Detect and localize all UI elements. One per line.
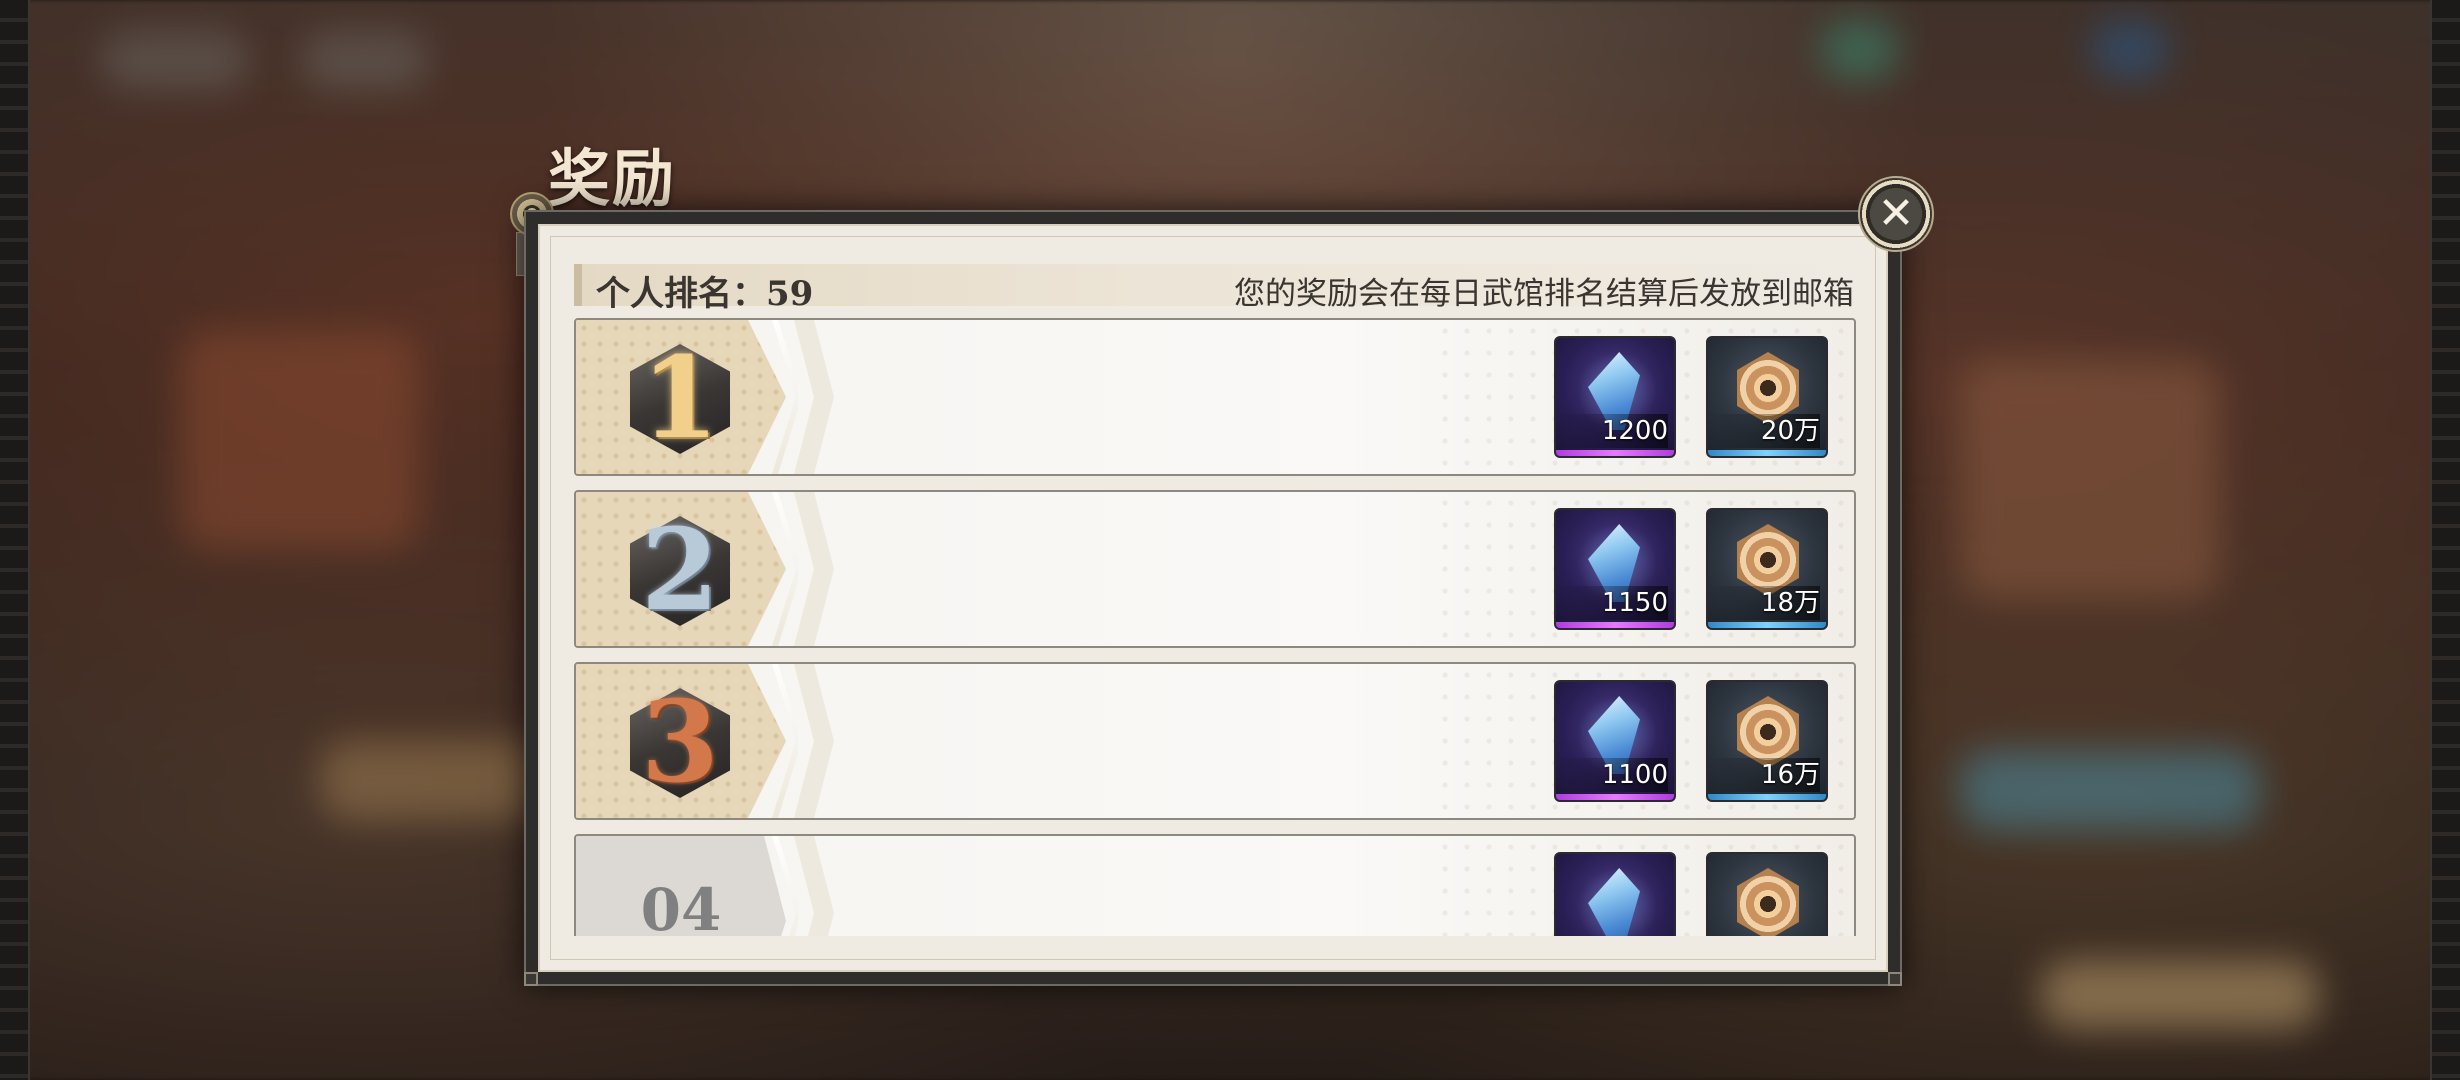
- rank-number: 1: [641, 333, 719, 464]
- reward-list[interactable]: 1 1200 20万 2 1150 18万 3 1100 16万 04: [574, 318, 1856, 936]
- item-quantity: 1200: [1556, 414, 1668, 448]
- bg-blur-shape: [300, 30, 430, 90]
- reward-row-rank-3: 3 1100 16万: [574, 662, 1856, 820]
- reward-mail-note: 您的奖励会在每日武馆排名结算后发放到邮箱: [1234, 276, 1854, 312]
- row-divider: [794, 836, 834, 936]
- bg-blur-shape: [100, 30, 250, 90]
- panel-corner: [1888, 972, 1902, 986]
- row-divider: [794, 664, 834, 818]
- screen-border-left: [0, 0, 30, 1080]
- panel-corner: [524, 972, 538, 986]
- row-divider: [794, 320, 834, 474]
- reward-item-coin[interactable]: 16万: [1706, 680, 1828, 802]
- rank-number: 3: [641, 677, 719, 808]
- item-quantity: 1150: [1556, 586, 1668, 620]
- reward-item-feather[interactable]: 1200: [1554, 336, 1676, 458]
- item-quantity: 16万: [1708, 758, 1820, 792]
- item-quantity: 18万: [1708, 586, 1820, 620]
- bg-blur-shape: [1820, 20, 1900, 80]
- rank-header: 个人排名：59 您的奖励会在每日武馆排名结算后发放到邮箱: [574, 264, 1854, 314]
- reward-row-rank-4: 04: [574, 834, 1856, 936]
- bg-blur-shape: [180, 330, 420, 550]
- close-icon: ✕: [1877, 188, 1915, 239]
- rank-number: 04: [640, 876, 722, 936]
- reward-item-feather[interactable]: [1554, 852, 1676, 936]
- personal-rank-label: 个人排名：59: [596, 274, 814, 314]
- reward-item-coin[interactable]: 20万: [1706, 336, 1828, 458]
- reward-item-feather[interactable]: 1150: [1554, 508, 1676, 630]
- bg-blur-shape: [2040, 960, 2320, 1030]
- screen-border-right: [2430, 0, 2460, 1080]
- row-divider: [794, 492, 834, 646]
- item-quantity: 20万: [1708, 414, 1820, 448]
- bg-blur-shape: [2090, 20, 2170, 80]
- close-button[interactable]: ✕: [1858, 176, 1934, 252]
- gold-coin-icon: [1737, 868, 1799, 936]
- bg-blur-shape: [1960, 750, 2260, 830]
- bg-blur-shape: [1960, 360, 2220, 600]
- reward-item-coin[interactable]: 18万: [1706, 508, 1828, 630]
- reward-row-rank-2: 2 1150 18万: [574, 490, 1856, 648]
- rank-number: 2: [641, 505, 719, 636]
- reward-item-feather[interactable]: 1100: [1554, 680, 1676, 802]
- reward-row-rank-1: 1 1200 20万: [574, 318, 1856, 476]
- item-quantity: 1100: [1556, 758, 1668, 792]
- dialog-title: 奖励: [548, 142, 677, 215]
- reward-item-coin[interactable]: [1706, 852, 1828, 936]
